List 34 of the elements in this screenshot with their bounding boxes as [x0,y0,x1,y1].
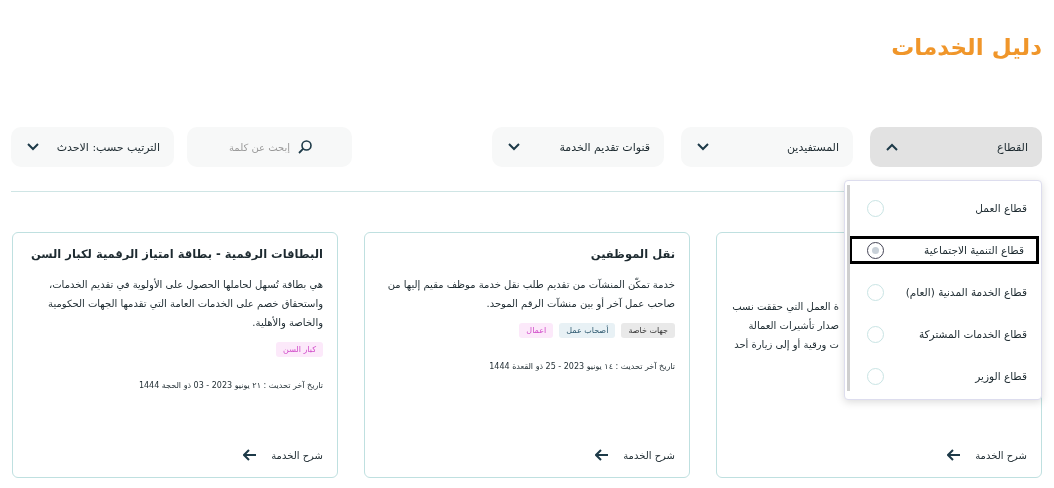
sort-dropdown[interactable]: الترتيب حسب: الاحدث [11,127,174,167]
service-link[interactable]: شرح الخدمة [243,449,323,461]
chevron-icon [27,143,39,151]
chevron-icon [508,143,520,151]
menu-option[interactable]: قطاع الخدمة المدنية (العام) [847,271,1039,313]
filter-dropdown[interactable]: قنوات تقديم الخدمة [492,127,664,167]
tag: جهات خاصة [621,323,675,338]
service-link[interactable]: شرح الخدمة [595,449,675,461]
card-description: خدمة تمكّن المنشآت من تقديم طلب نقل خدمة موظف مقيم إليها من صاحب عمل آخر أو بين منشآت الرقم الموحد. [386,276,675,312]
arrow-left-icon [243,449,258,461]
card-description: صدار تأشيرات العمالة [747,317,839,333]
card-title: البطاقات الرقمية - بطاقة امتياز الرقمية لكبار السن [30,247,323,261]
card-title: نقل الموظفين [589,247,675,261]
arrow-left-icon [595,449,610,461]
menu-option[interactable]: قطاع العمل [847,187,1039,229]
chevron-icon [886,143,898,151]
tag: اعمال [519,323,554,338]
service-link[interactable]: شرح الخدمة [947,449,1027,461]
search-field[interactable]: إبحث عن كلمة [187,127,352,167]
menu-option[interactable]: قطاع الخدمات المشتركة [847,313,1039,355]
update-date: تاريخ آخر تحديث : ١٤ يونيو 2023 - 25 ذو القعدة 1444 [488,362,675,371]
filter-dropdown[interactable]: المستفيدين [681,127,853,167]
tag: أصحاب عمل [559,323,616,338]
chevron-icon [697,143,709,151]
arrow-left-icon [947,449,962,461]
tag: كبار السن [276,342,323,357]
card-description: هي بطاقة تُسهل لحاملها الحصول على الأولوية في تقديم الخدمات، واستحقاق خصم على الخدمات العامة التي تقدمها الجهات الحكومية والخاصة والأهلية. [47,277,323,331]
card-description: ة العمل التي حققت نسب [731,300,839,315]
menu-option[interactable]: قطاع التنمية الاجتماعية [849,236,1039,264]
card-description: ت ورقية أو إلى زيارة أحد [733,337,839,353]
update-date: تاريخ آخر تحديث : ٢١ يونيو 2023 - 03 ذو الحجة 1444 [137,381,323,390]
menu-option[interactable]: قطاع الوزير [847,355,1039,397]
filter-dropdown[interactable]: القطاع [870,127,1042,167]
page-title: دليل الخدمات [890,33,1042,62]
